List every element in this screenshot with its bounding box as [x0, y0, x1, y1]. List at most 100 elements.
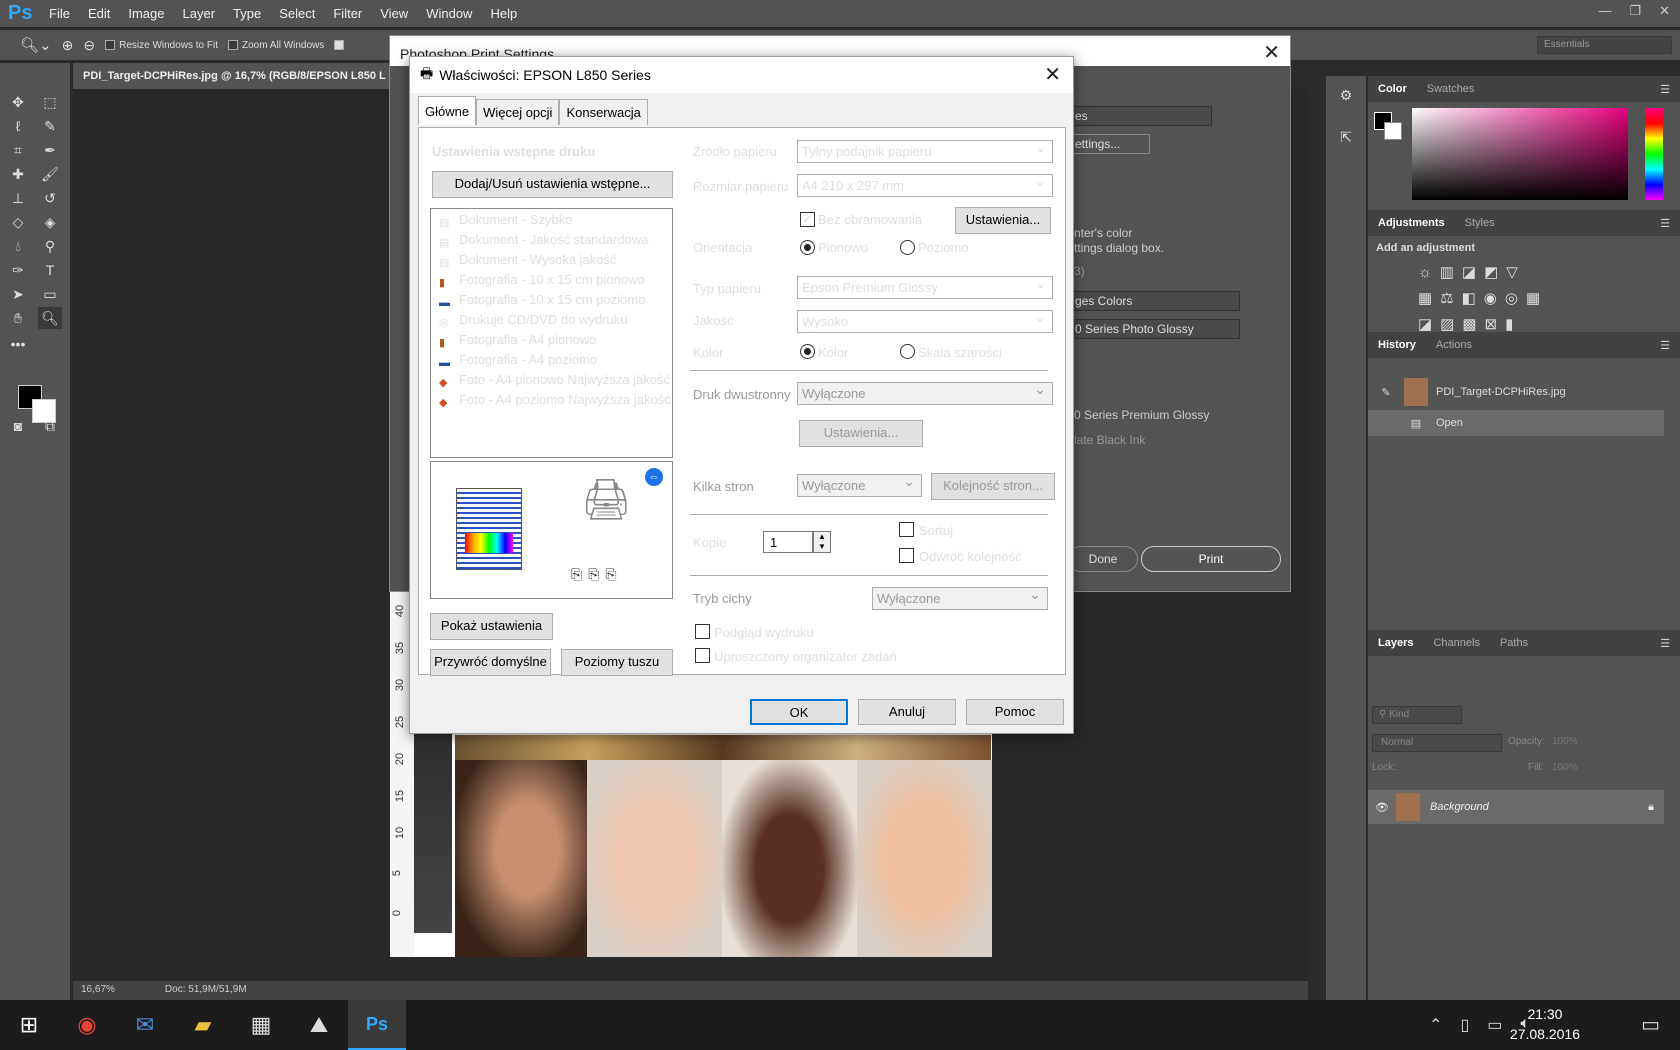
- portrait-radio[interactable]: [800, 240, 815, 255]
- print-settings-close-icon[interactable]: ✕: [1263, 40, 1280, 65]
- thunderbird-icon[interactable]: ✉: [116, 1000, 174, 1050]
- menu-view[interactable]: View: [371, 6, 417, 21]
- lasso-tool-icon[interactable]: ℓ: [6, 115, 30, 137]
- history-state-open[interactable]: ▤ Open: [1368, 410, 1664, 436]
- dialog-close-icon[interactable]: ✕: [1044, 62, 1061, 87]
- printer-select[interactable]: es: [1070, 106, 1212, 126]
- fill-value[interactable]: 100%: [1552, 762, 1578, 773]
- minimize-icon[interactable]: —: [1598, 3, 1611, 19]
- marquee-tool-icon[interactable]: ⬚: [38, 91, 62, 113]
- zoom-out-icon[interactable]: ⊖: [83, 37, 95, 54]
- taskbar-clock[interactable]: 21:30 27.08.2016: [1510, 1004, 1580, 1044]
- notifications-icon[interactable]: ▭: [1641, 1012, 1660, 1037]
- borderless-settings-button[interactable]: Ustawienia...: [955, 207, 1051, 234]
- multipage-select[interactable]: Wyłączone: [797, 473, 922, 497]
- calculator-icon[interactable]: ▦: [232, 1000, 290, 1050]
- ok-button[interactable]: OK: [750, 699, 848, 725]
- collate-checkbox[interactable]: [899, 522, 914, 537]
- tab-more-options[interactable]: Więcej opcji: [476, 99, 560, 125]
- preset-item[interactable]: ▮ Fotografia - 10 x 15 cm pionowo: [439, 272, 645, 289]
- tab-color[interactable]: Color: [1368, 83, 1417, 95]
- tab-layers[interactable]: Layers: [1368, 637, 1423, 649]
- zoom-tool-icon[interactable]: 🔍︎⌄: [20, 36, 52, 54]
- tab-swatches[interactable]: Swatches: [1417, 83, 1485, 95]
- preset-item[interactable]: ▬ Fotografia - A4 poziomo: [439, 352, 597, 370]
- opacity-value[interactable]: 100%: [1552, 736, 1578, 747]
- add-remove-presets-button[interactable]: Dodaj/Usuń ustawienia wstępne...: [432, 171, 673, 198]
- zoom-level[interactable]: 16,67%: [81, 984, 115, 997]
- tab-styles[interactable]: Styles: [1455, 217, 1505, 229]
- resize-windows-checkbox[interactable]: [105, 39, 116, 50]
- duplex-select[interactable]: Wyłączone: [797, 381, 1053, 405]
- resize-windows-option[interactable]: Resize Windows to Fit: [105, 40, 218, 51]
- photos-icon[interactable]: ⛰: [290, 1000, 348, 1050]
- preset-item[interactable]: ▮ Fotografia - A4 pionowo: [439, 332, 596, 349]
- brush-source-icon[interactable]: ✎: [1368, 386, 1404, 399]
- info-icon[interactable]: ⇱: [1334, 126, 1358, 148]
- type-tool-icon[interactable]: T: [38, 259, 62, 281]
- tab-main[interactable]: Główne: [418, 96, 477, 125]
- show-settings-button[interactable]: Pokaż ustawienia: [430, 613, 553, 640]
- preset-item[interactable]: ◆ Foto - A4 pionowo Najwyższa jakość: [439, 372, 670, 389]
- pen-tool-icon[interactable]: ✑: [6, 259, 30, 281]
- eraser-tool-icon[interactable]: ◇: [6, 211, 30, 233]
- tab-channels[interactable]: Channels: [1423, 637, 1489, 649]
- screen-mode-icon[interactable]: ⧉: [38, 415, 62, 437]
- printer-profile-select[interactable]: 0 Series Photo Glossy: [1070, 319, 1240, 339]
- menu-edit[interactable]: Edit: [79, 6, 119, 21]
- preset-item[interactable]: ◆ Foto - A4 poziomo Najwyższa jakość: [439, 392, 671, 409]
- stamp-tool-icon[interactable]: ⊥: [6, 187, 30, 209]
- paper-source-select[interactable]: Tylny podajnik papieru: [797, 139, 1053, 163]
- layer-row-background[interactable]: 👁︎ Background 🔒︎: [1368, 790, 1664, 824]
- blur-tool-icon[interactable]: 💧︎: [6, 235, 30, 257]
- menu-select[interactable]: Select: [270, 6, 324, 21]
- document-tab[interactable]: PDI_Target-DCPHiRes.jpg @ 16,7% (RGB/8/E…: [73, 63, 403, 89]
- crop-tool-icon[interactable]: ⌗: [6, 139, 30, 161]
- quick-select-tool-icon[interactable]: ✎: [38, 115, 62, 137]
- path-select-tool-icon[interactable]: ➤: [6, 283, 30, 305]
- quality-select[interactable]: Wysoko: [797, 309, 1053, 333]
- blend-mode-select[interactable]: Normal: [1372, 734, 1502, 752]
- menu-file[interactable]: File: [40, 6, 79, 21]
- tab-adjustments[interactable]: Adjustments: [1368, 217, 1455, 229]
- borderless-checkbox[interactable]: ✓: [800, 212, 815, 227]
- visibility-eye-icon[interactable]: 👁︎: [1368, 801, 1396, 814]
- battery-icon[interactable]: ▯: [1460, 1015, 1469, 1035]
- history-snapshot[interactable]: ✎ PDI_Target-DCPHiRes.jpg: [1368, 375, 1664, 409]
- menu-type[interactable]: Type: [224, 6, 270, 21]
- zoom-tool-icon[interactable]: 🔍︎: [38, 307, 62, 329]
- workspace-switcher[interactable]: Essentials: [1537, 36, 1672, 54]
- help-button[interactable]: Pomoc: [966, 699, 1064, 725]
- paper-size-select[interactable]: A4 210 x 297 mm: [797, 173, 1053, 197]
- quiet-mode-select[interactable]: Wyłączone: [872, 586, 1048, 610]
- duplex-settings-button[interactable]: Ustawienia...: [799, 420, 923, 447]
- preset-item[interactable]: ▤ Dokument - Wysoka jakość: [439, 252, 616, 269]
- history-brush-tool-icon[interactable]: ↺: [38, 187, 62, 209]
- menu-window[interactable]: Window: [417, 6, 481, 21]
- file-explorer-icon[interactable]: ▰: [174, 1000, 232, 1050]
- tray-chevron-icon[interactable]: ⌃: [1429, 1015, 1442, 1035]
- paint-bucket-tool-icon[interactable]: ◈: [38, 211, 62, 233]
- eyedropper-tool-icon[interactable]: ✒: [38, 139, 62, 161]
- photoshop-taskbar-icon[interactable]: Ps: [348, 1000, 406, 1050]
- panel-menu-icon[interactable]: ☰: [1650, 339, 1680, 352]
- adjustment-icons[interactable]: ☼▥◪◩▽ ▦⚖◧◉◎▦ ◪▨▩⊠▮: [1418, 260, 1618, 338]
- menu-image[interactable]: Image: [119, 6, 173, 21]
- grayscale-radio[interactable]: [900, 344, 915, 359]
- landscape-radio[interactable]: [900, 240, 915, 255]
- quick-mask-icon[interactable]: ◙: [6, 415, 30, 437]
- print-button[interactable]: Print: [1141, 546, 1281, 572]
- preset-item[interactable]: ▤ Dokument - Jakość standardowa: [439, 232, 648, 249]
- job-arranger-checkbox[interactable]: [695, 648, 710, 663]
- zoom-all-option[interactable]: Zoom All Windows: [228, 40, 324, 51]
- page-order-button[interactable]: Kolejność stron...: [931, 473, 1055, 500]
- brush-tool-icon[interactable]: 🖌︎: [38, 163, 62, 185]
- preset-item[interactable]: ◎ Drukuje CD/DVD do wydruku: [439, 312, 627, 329]
- ink-levels-button[interactable]: Poziomy tuszu: [561, 649, 673, 676]
- done-button[interactable]: Done: [1068, 546, 1138, 572]
- zoom-in-icon[interactable]: ⊕: [62, 37, 74, 54]
- color-radio[interactable]: [800, 344, 815, 359]
- color-handling-select[interactable]: ges Colors: [1070, 291, 1240, 311]
- more-tools-icon[interactable]: •••: [6, 333, 30, 355]
- restore-defaults-button[interactable]: Przywróć domyślne: [430, 649, 551, 676]
